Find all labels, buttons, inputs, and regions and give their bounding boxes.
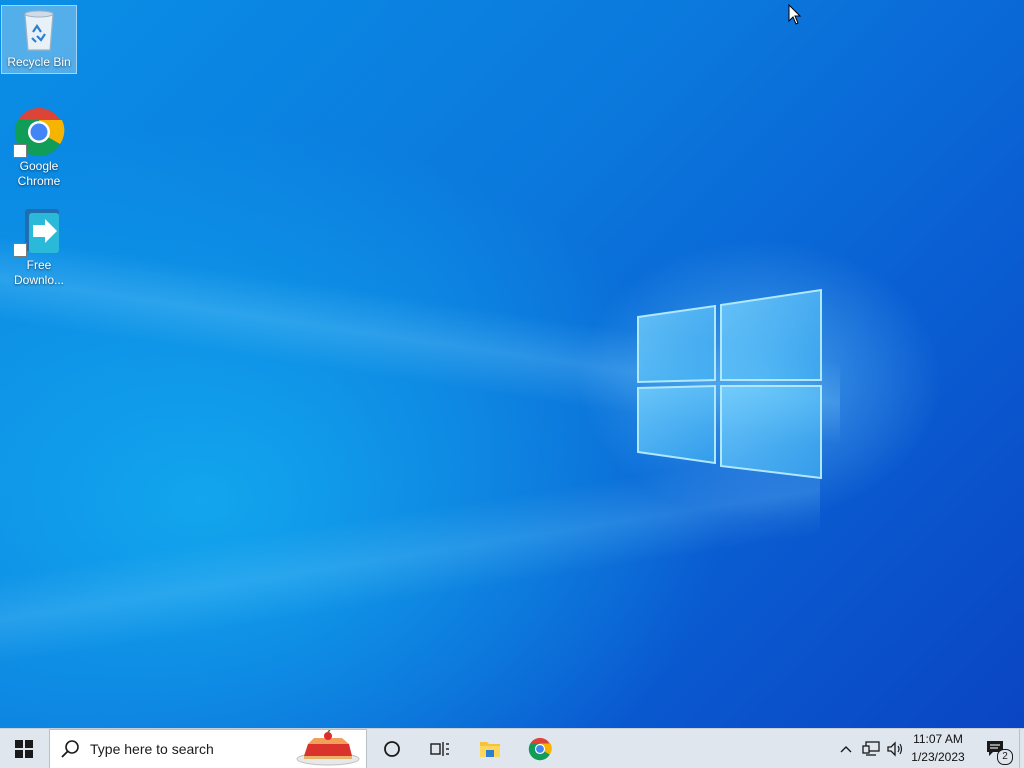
windows-start-icon <box>15 740 33 758</box>
cortana-button[interactable] <box>368 729 416 768</box>
notification-count-badge: 2 <box>997 749 1013 765</box>
chevron-up-icon <box>840 746 852 753</box>
shortcut-arrow-icon <box>13 144 27 158</box>
task-view-icon <box>430 742 449 756</box>
shortcut-arrow-icon <box>13 243 27 257</box>
volume-button[interactable] <box>884 729 906 768</box>
search-icon <box>61 740 79 758</box>
desktop-icon-recycle-bin[interactable]: Recycle Bin <box>1 5 77 74</box>
desktop-icon-label: Downlo... <box>13 273 65 287</box>
file-explorer-icon <box>480 742 500 757</box>
speaker-icon <box>887 741 903 757</box>
network-button[interactable] <box>860 729 882 768</box>
show-desktop-button[interactable] <box>1019 729 1024 768</box>
desktop-icon-label: Chrome <box>17 174 61 188</box>
chrome-icon <box>528 737 552 761</box>
taskbar-search-box[interactable]: Type here to search <box>49 729 367 768</box>
clock-time: 11:07 AM <box>913 732 963 746</box>
desktop-icon-label: Google <box>19 159 59 173</box>
clock-date: 1/23/2023 <box>911 750 965 764</box>
desktop-icon-label: Recycle Bin <box>7 55 71 69</box>
network-icon <box>862 741 880 756</box>
show-hidden-icons-button[interactable] <box>836 729 856 768</box>
chrome-icon <box>13 106 65 158</box>
mouse-cursor-icon <box>788 4 802 25</box>
search-highlight-pie-icon <box>296 730 360 766</box>
desktop: Recycle Bin Google Chrome Free Downlo... <box>0 0 1024 728</box>
taskbar-file-explorer[interactable] <box>466 729 514 768</box>
recycle-bin-icon <box>19 8 59 54</box>
free-download-manager-icon <box>13 205 65 257</box>
desktop-icon-free-download-manager[interactable]: Free Downlo... <box>2 203 76 288</box>
desktop-icon-google-chrome[interactable]: Google Chrome <box>2 104 76 189</box>
start-button[interactable] <box>0 729 48 768</box>
search-placeholder: Type here to search <box>90 741 214 757</box>
cortana-icon <box>384 741 400 757</box>
taskbar-chrome[interactable] <box>516 729 564 768</box>
action-center-button[interactable]: 2 <box>976 729 1016 768</box>
windows-logo-wallpaper <box>637 288 822 480</box>
desktop-icon-label: Free <box>26 258 52 272</box>
taskbar-clock[interactable]: 11:07 AM 1/23/2023 <box>907 729 971 768</box>
taskbar: Type here to search 11:07 AM 1/23/2023 2 <box>0 728 1024 768</box>
task-view-button[interactable] <box>416 729 464 768</box>
